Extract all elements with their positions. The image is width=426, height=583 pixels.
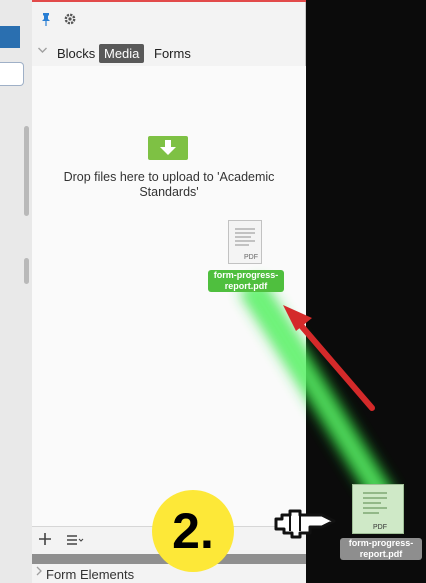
pdf-file-icon: PDF xyxy=(352,484,404,534)
pointing-hand-icon xyxy=(272,503,342,552)
ghost-file-type: PDF xyxy=(244,254,258,261)
dragged-file-type: PDF xyxy=(373,524,387,531)
pdf-file-icon: PDF xyxy=(228,220,262,264)
step-callout: 2. xyxy=(152,490,234,572)
ghost-file: PDF form-progress-report.pdf xyxy=(206,218,286,298)
dragged-file[interactable]: PDF form-progress-report.pdf xyxy=(338,482,424,568)
dragged-file-name: form-progress-report.pdf xyxy=(340,538,422,560)
ghost-file-name: form-progress-report.pdf xyxy=(208,270,284,292)
